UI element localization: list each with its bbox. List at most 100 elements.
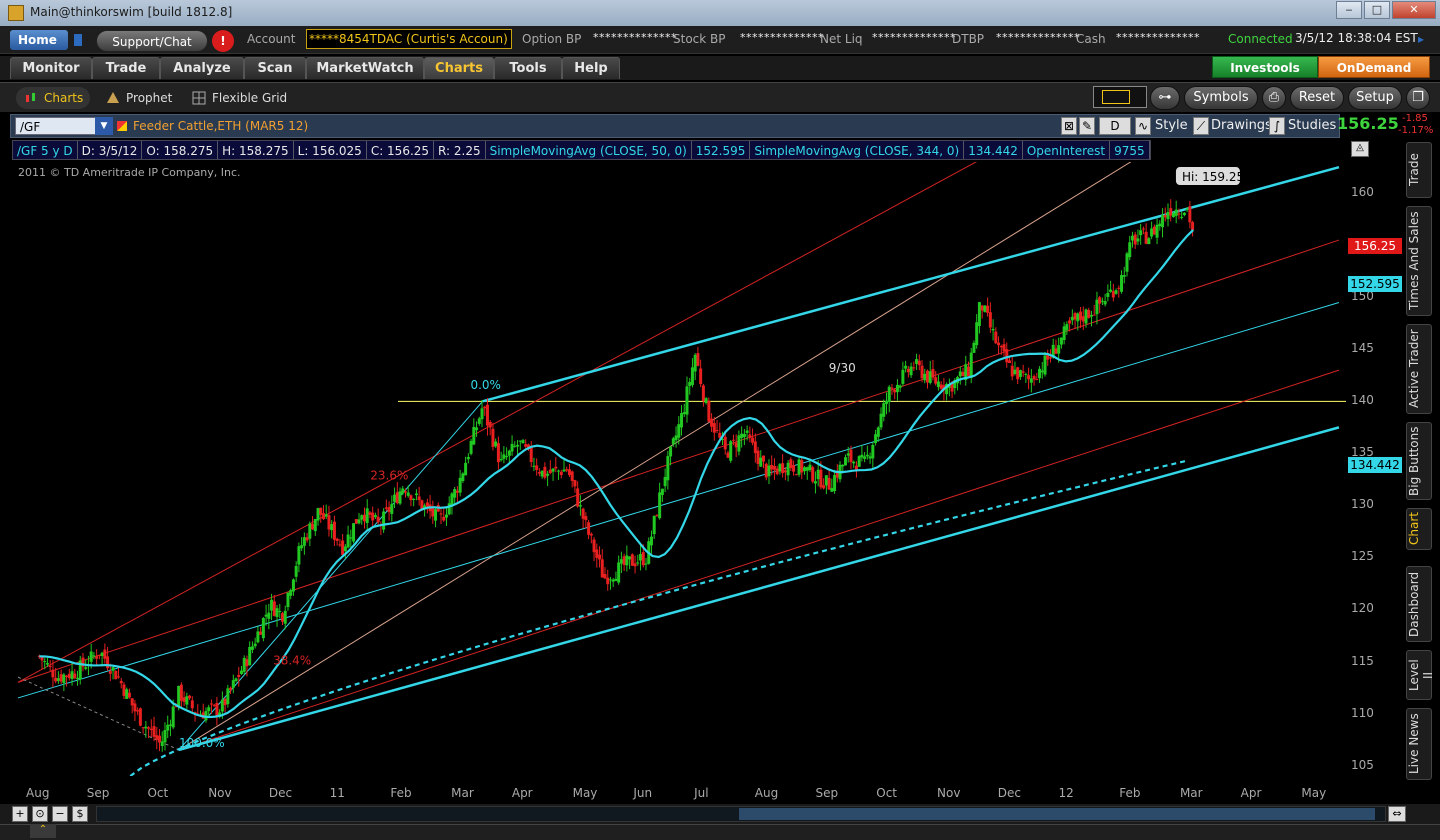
alert-icon[interactable]: !	[212, 30, 234, 52]
back-icon[interactable]	[74, 34, 82, 46]
studies-button[interactable]: Studies	[1288, 118, 1336, 133]
candle-body	[1016, 367, 1020, 380]
candle-body	[876, 427, 880, 437]
subtab-prophet[interactable]: Prophet	[98, 87, 178, 109]
sma344-label[interactable]: SimpleMovingAvg (CLOSE, 344, 0)	[750, 141, 965, 159]
side-tab-big-buttons[interactable]: Big Buttons	[1406, 422, 1432, 500]
sma50-label[interactable]: SimpleMovingAvg (CLOSE, 50, 0)	[486, 141, 692, 159]
oi-label[interactable]: OpenInterest	[1023, 141, 1111, 159]
candle-body	[912, 367, 916, 369]
support-chat-button[interactable]: Support/Chat	[96, 30, 208, 52]
zoom-in-icon[interactable]: +	[12, 806, 28, 822]
studies-icon[interactable]: ∫	[1269, 117, 1285, 135]
drawing-tool-icon[interactable]: ✎	[1079, 117, 1095, 135]
candle-body	[1128, 242, 1132, 258]
candle-body	[1068, 320, 1072, 324]
tab-marketwatch[interactable]: MarketWatch	[306, 57, 424, 79]
candle-body	[242, 657, 246, 672]
side-tab-active-trader[interactable]: Active Trader	[1406, 324, 1432, 414]
sma50-line	[39, 229, 1194, 719]
x-tick-label: Nov	[937, 786, 961, 800]
expand-icon[interactable]: ⇔	[1388, 806, 1406, 822]
candle-body	[505, 456, 509, 458]
tab-tools[interactable]: Tools	[494, 57, 562, 79]
candle-body	[231, 680, 235, 688]
detach-icon[interactable]: ❐	[1406, 86, 1430, 110]
clock-arrow-icon[interactable]: ▸	[1418, 32, 1424, 46]
side-tab-dashboard[interactable]: Dashboard	[1406, 566, 1432, 642]
side-tab-chart[interactable]: Chart	[1406, 508, 1432, 550]
candle-body	[578, 505, 582, 507]
candle-body	[346, 534, 350, 548]
side-tab-level-ii[interactable]: Level II	[1406, 650, 1435, 700]
subtab-flexible-grid[interactable]: Flexible Grid	[184, 87, 294, 109]
candle-body	[841, 464, 845, 467]
close-button[interactable]: ✕	[1392, 1, 1436, 19]
tab-help[interactable]: Help	[562, 57, 620, 79]
candle-body	[625, 555, 629, 566]
tab-analyze[interactable]: Analyze	[160, 57, 244, 79]
side-tab-live-news[interactable]: Live News	[1406, 708, 1432, 780]
home-button[interactable]: Home	[10, 30, 68, 50]
style-button[interactable]: Style	[1155, 118, 1188, 133]
candle-body	[1095, 299, 1099, 315]
expand-panel-icon[interactable]: ⌃	[30, 824, 56, 838]
percent-change: -1.17%	[1398, 125, 1434, 136]
candle-body	[986, 305, 990, 313]
symbol-dropdown-icon[interactable]: ▼	[95, 117, 113, 135]
candle-body	[127, 692, 131, 698]
ondemand-button[interactable]: OnDemand	[1318, 56, 1430, 78]
tab-trade[interactable]: Trade	[92, 57, 160, 79]
setup-button[interactable]: Setup	[1348, 86, 1402, 110]
x-tick-label: Sep	[815, 786, 839, 800]
candle-body	[999, 345, 1003, 348]
subtab-charts[interactable]: Charts	[16, 87, 90, 109]
candle-body	[674, 435, 678, 441]
investools-button[interactable]: Investools	[1212, 56, 1318, 78]
period-button[interactable]: D	[1099, 117, 1131, 135]
candle-body	[1117, 287, 1121, 289]
candle-body	[475, 427, 479, 431]
reset-button[interactable]: Reset	[1290, 86, 1344, 110]
style-icon[interactable]: ∿	[1135, 117, 1151, 135]
option-bp-label: Option BP	[522, 32, 582, 46]
tab-scan[interactable]: Scan	[244, 57, 306, 79]
account-selector[interactable]: *****8454TDAC (Curtis's Accoun)	[306, 29, 512, 49]
candle-body	[212, 704, 216, 706]
price-chart[interactable]: Hi: 159.25 0.0% 23.6% 38.4% 100.0% 9/30	[12, 162, 1346, 776]
link-icon[interactable]: ⊶	[1150, 86, 1180, 110]
candle-body	[513, 445, 517, 447]
candle-body	[775, 468, 779, 475]
tab-charts[interactable]: Charts	[424, 57, 494, 79]
zoom-tool-icon[interactable]: ⊠	[1061, 117, 1077, 135]
candle-body	[636, 562, 640, 564]
chart-type-icon[interactable]: ◬	[1351, 141, 1369, 157]
candle-body	[223, 698, 227, 706]
candlestick-icon	[26, 93, 35, 102]
zoom-out-icon[interactable]: −	[52, 806, 68, 822]
time-scrollbar[interactable]	[96, 806, 1386, 822]
drawings-button[interactable]: Drawings	[1211, 118, 1272, 133]
candle-body	[43, 661, 47, 663]
candle-body	[393, 494, 397, 502]
x-tick-label: Sep	[86, 786, 110, 800]
date-930-label: 9/30	[829, 361, 856, 375]
candle-body	[111, 667, 115, 671]
price-scale-icon[interactable]: $	[72, 806, 88, 822]
candle-body	[827, 477, 831, 490]
scrollbar-thumb[interactable]	[739, 808, 1375, 820]
tab-monitor[interactable]: Monitor	[10, 57, 92, 79]
maximize-button[interactable]: □	[1364, 1, 1390, 19]
zoom-reset-icon[interactable]: ⊙	[32, 806, 48, 822]
color-picker[interactable]	[1093, 86, 1147, 108]
x-tick-label: Oct	[147, 786, 169, 800]
side-tab-times-and-sales[interactable]: Times And Sales	[1406, 206, 1432, 316]
candle-body	[59, 674, 63, 682]
candle-body	[117, 676, 121, 678]
side-tab-trade[interactable]: Trade	[1406, 142, 1432, 198]
symbols-button[interactable]: Symbols	[1184, 86, 1258, 110]
candle-body	[707, 400, 711, 422]
drawings-icon[interactable]: ⟋	[1193, 117, 1209, 135]
print-icon[interactable]: ⎙	[1262, 86, 1286, 110]
minimize-button[interactable]: ‒	[1336, 1, 1362, 19]
